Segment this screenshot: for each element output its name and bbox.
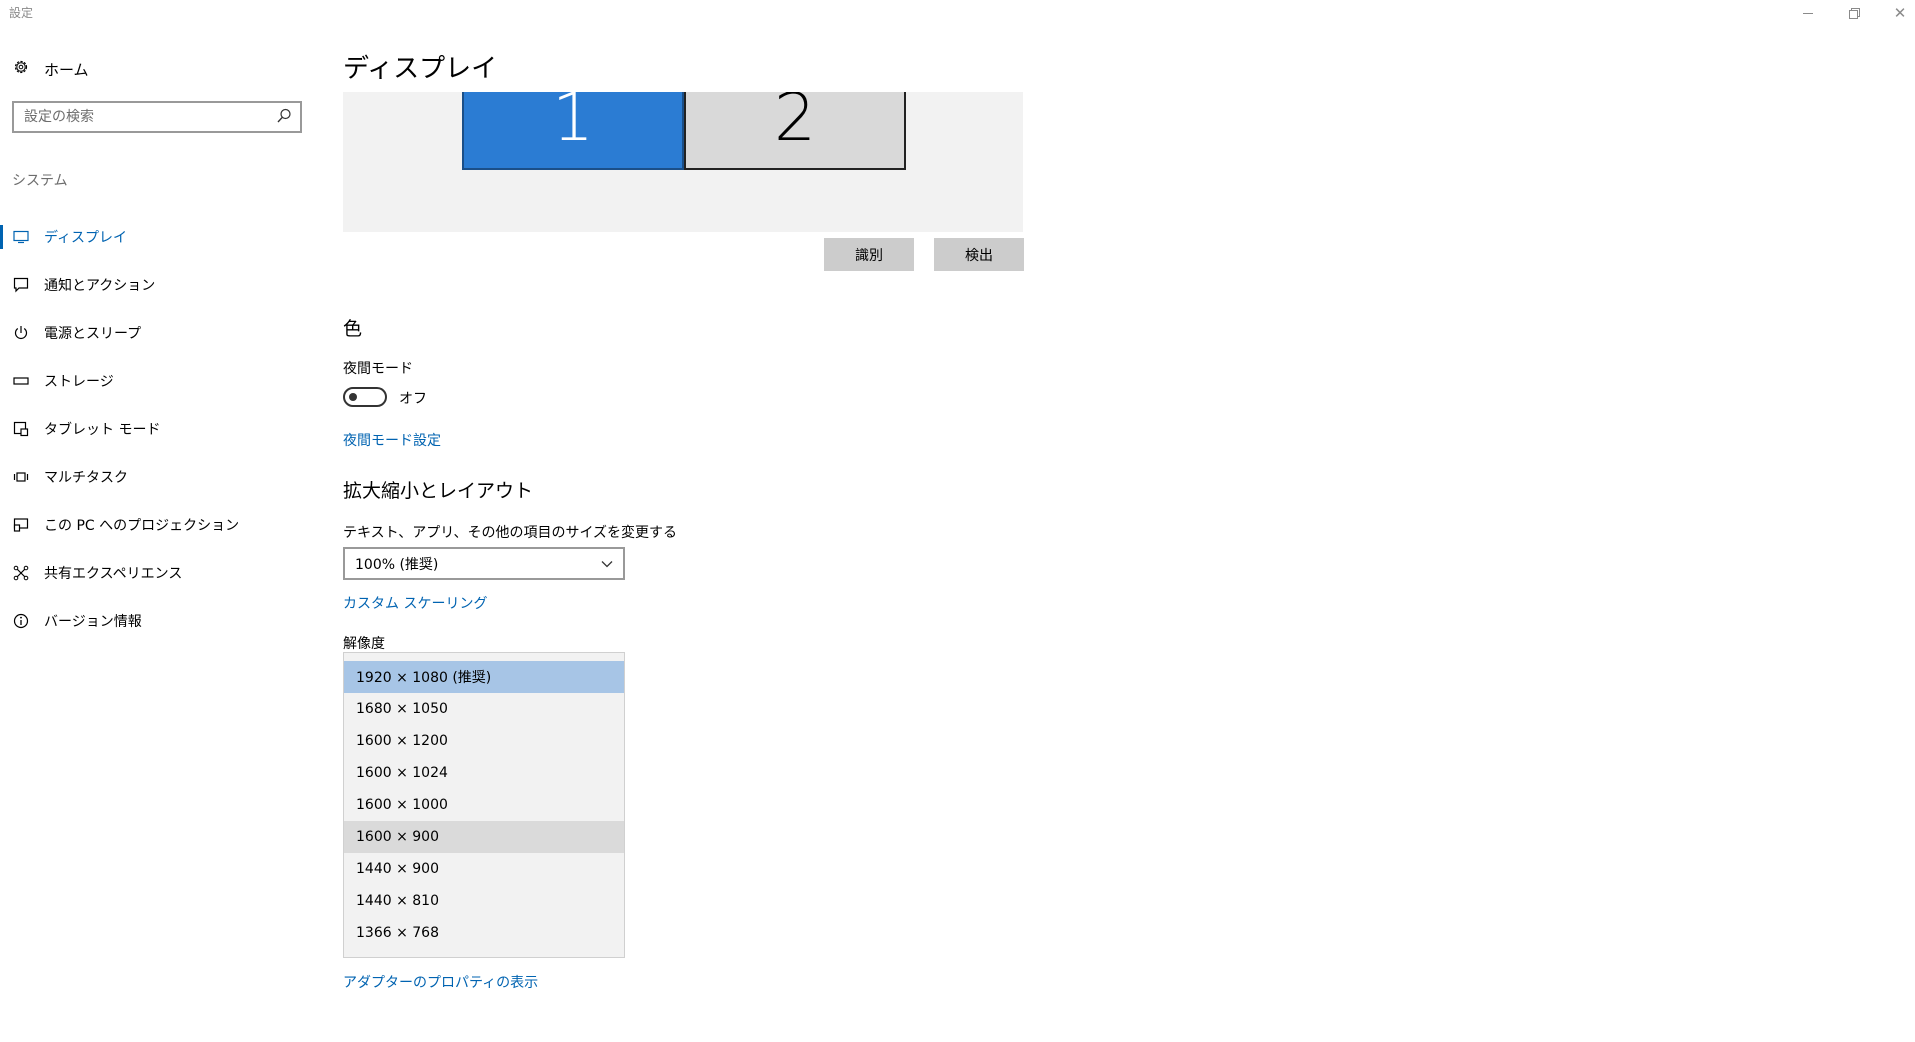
resolution-option[interactable]: 1680 × 1050 — [344, 693, 624, 725]
size-label: テキスト、アプリ、その他の項目のサイズを変更する — [343, 525, 678, 541]
sidebar-nav: ディスプレイ 通知とアクション 電源とスリープ ストレージ タブレット モード — [0, 213, 320, 645]
sidebar-item-notifications[interactable]: 通知とアクション — [0, 261, 320, 309]
sidebar-item-label: 通知とアクション — [44, 278, 156, 294]
sidebar-home[interactable]: ホーム — [12, 55, 89, 83]
search-icon[interactable] — [276, 107, 294, 127]
sidebar-item-shared-experiences[interactable]: 共有エクスペリエンス — [0, 549, 320, 597]
sidebar-item-label: ストレージ — [44, 374, 114, 390]
resolution-option[interactable]: 1600 × 1024 — [344, 757, 624, 789]
home-label: ホーム — [44, 60, 89, 79]
main-content: ディスプレイ 1 2 識別 検出 色 夜間モード オフ 夜間モード設定 拡大縮小… — [343, 0, 1903, 1042]
sidebar-item-label: この PC へのプロジェクション — [44, 518, 240, 534]
settings-search[interactable] — [12, 101, 302, 133]
detect-button[interactable]: 検出 — [934, 238, 1024, 271]
sidebar-item-label: マルチタスク — [44, 470, 128, 486]
sidebar-item-storage[interactable]: ストレージ — [0, 357, 320, 405]
monitor-2[interactable]: 2 — [684, 92, 906, 170]
tablet-icon — [12, 421, 30, 437]
sidebar-item-power[interactable]: 電源とスリープ — [0, 309, 320, 357]
adapter-properties-link[interactable]: アダプターのプロパティの表示 — [343, 972, 538, 992]
resolution-option[interactable]: 1440 × 810 — [344, 885, 624, 917]
monitor-1[interactable]: 1 — [462, 92, 684, 170]
sidebar-item-label: タブレット モード — [44, 422, 161, 438]
resolution-option[interactable]: 1600 × 900 — [344, 821, 624, 853]
gear-icon — [12, 59, 30, 79]
scale-layout-heading: 拡大縮小とレイアウト — [343, 480, 534, 502]
page-title: ディスプレイ — [343, 54, 498, 84]
sidebar-item-about[interactable]: バージョン情報 — [0, 597, 320, 645]
search-input[interactable] — [14, 103, 264, 131]
projection-icon — [12, 517, 30, 533]
sidebar-item-label: 電源とスリープ — [44, 326, 142, 342]
sidebar-item-label: ディスプレイ — [44, 230, 128, 246]
storage-icon — [12, 376, 30, 386]
night-mode-settings-link[interactable]: 夜間モード設定 — [343, 430, 441, 450]
sidebar-item-display[interactable]: ディスプレイ — [0, 213, 320, 261]
toggle-knob — [349, 393, 357, 401]
scale-dropdown-value: 100% (推奨) — [355, 556, 439, 573]
scale-dropdown[interactable]: 100% (推奨) — [343, 547, 625, 580]
app-title: 設定 — [9, 6, 34, 20]
resolution-label: 解像度 — [343, 636, 385, 652]
sidebar-item-tablet-mode[interactable]: タブレット モード — [0, 405, 320, 453]
section-label-system: システム — [12, 173, 68, 189]
sidebar-item-multitasking[interactable]: マルチタスク — [0, 453, 320, 501]
shared-experience-icon — [12, 565, 30, 581]
monitor-arrangement[interactable]: 1 2 — [343, 92, 1023, 232]
monitor-2-label: 2 — [774, 92, 816, 156]
color-heading: 色 — [343, 318, 363, 340]
notification-icon — [12, 277, 30, 293]
resolution-option[interactable]: 1600 × 1200 — [344, 725, 624, 757]
night-mode-label: 夜間モード — [343, 361, 413, 377]
resolution-option[interactable]: 1600 × 1000 — [344, 789, 624, 821]
multitask-icon — [12, 471, 30, 483]
sidebar: ホーム システム ディスプレイ 通知とアクション — [0, 30, 320, 1042]
sidebar-item-label: 共有エクスペリエンス — [44, 566, 183, 582]
identify-button[interactable]: 識別 — [824, 238, 914, 271]
info-icon — [12, 613, 30, 629]
night-mode-toggle[interactable] — [343, 387, 387, 407]
custom-scaling-link[interactable]: カスタム スケーリング — [343, 593, 487, 613]
monitor-1-label: 1 — [552, 92, 594, 156]
resolution-option[interactable]: 1366 × 768 — [344, 917, 624, 949]
resolution-dropdown-list[interactable]: 1920 × 1080 (推奨) 1680 × 1050 1600 × 1200… — [343, 652, 625, 958]
power-icon — [12, 325, 30, 341]
sidebar-item-label: バージョン情報 — [44, 614, 142, 630]
sidebar-item-projection[interactable]: この PC へのプロジェクション — [0, 501, 320, 549]
resolution-option[interactable]: 1440 × 900 — [344, 853, 624, 885]
display-icon — [12, 230, 30, 244]
night-mode-state: オフ — [399, 391, 427, 407]
chevron-down-icon — [601, 558, 613, 570]
resolution-option[interactable]: 1920 × 1080 (推奨) — [344, 661, 624, 693]
